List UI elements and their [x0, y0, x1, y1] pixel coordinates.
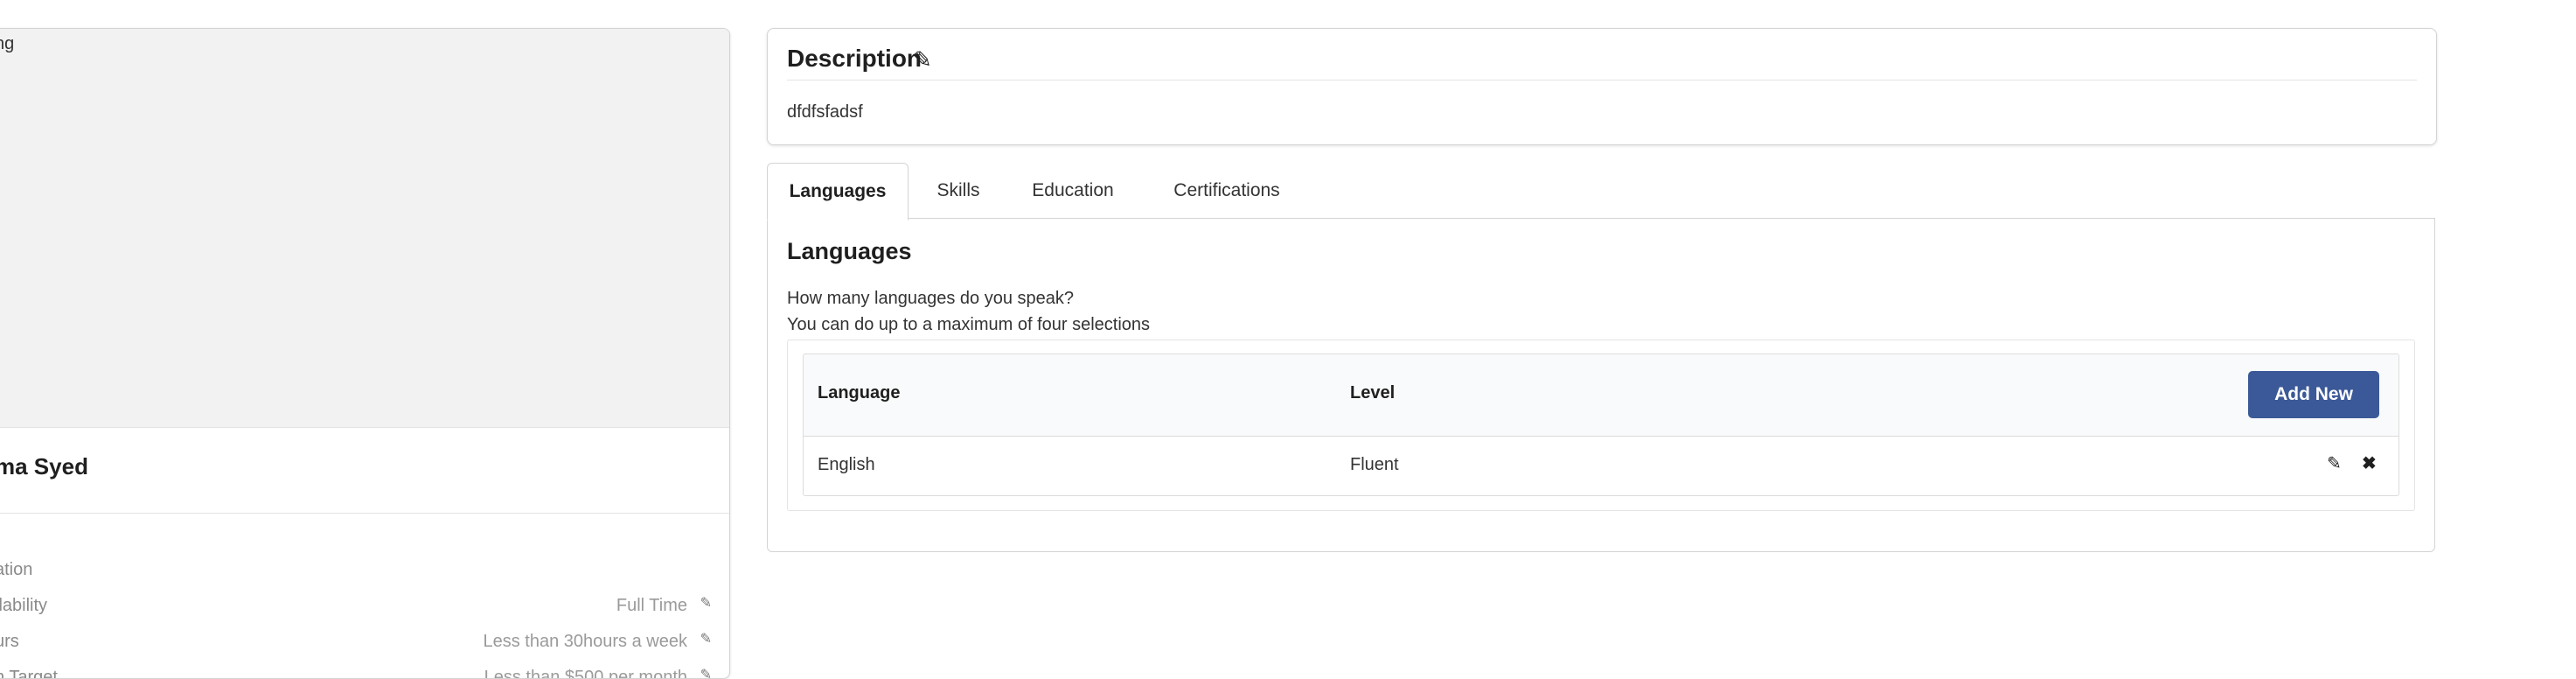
tab-education[interactable]: Education	[1012, 163, 1134, 219]
profile-row-value-availability: Full Time	[616, 596, 687, 615]
profile-row-label-hours: urs	[0, 632, 19, 651]
close-icon[interactable]: ✖	[2362, 452, 2377, 474]
profile-row-value-hours: Less than 30hours a week	[483, 632, 688, 651]
profile-row-label-earn-target: n Target	[0, 668, 58, 679]
pencil-icon[interactable]: ✎	[700, 630, 712, 648]
table-cell-level: Fluent	[1350, 455, 1399, 474]
profile-photo-alt-text: ng	[0, 34, 15, 53]
table-cell-language: English	[818, 455, 875, 474]
pencil-icon[interactable]: ✎	[700, 594, 712, 612]
languages-table-header: Language Level Add New	[804, 354, 2398, 437]
languages-tab-panel: Languages How many languages do you spea…	[767, 218, 2435, 552]
profile-photo: ng	[0, 29, 729, 428]
description-text: dfdfsfadsf	[787, 102, 863, 122]
profile-row-label-location: ation	[0, 560, 33, 579]
column-header-language: Language	[818, 383, 901, 402]
profile-row-value-earn-target: Less than $500 per month	[484, 668, 687, 679]
column-header-level: Level	[1350, 383, 1396, 402]
languages-hint: You can do up to a maximum of four selec…	[787, 315, 1151, 334]
languages-title: Languages	[787, 238, 912, 264]
languages-question: How many languages do you speak?	[787, 289, 1074, 308]
profile-card: ng ma Syed ation ilability Full Time ✎ u…	[0, 28, 730, 679]
profile-row-label-availability: ilability	[0, 596, 48, 615]
pencil-icon[interactable]: ✎	[2327, 452, 2342, 474]
tab-certifications[interactable]: Certifications	[1154, 163, 1299, 219]
description-title: Description	[787, 45, 922, 72]
languages-segment: Language Level Add New English Fluent ✎ …	[787, 340, 2415, 511]
pencil-icon[interactable]: ✎	[913, 46, 932, 74]
description-card: Description ✎ dfdfsfadsf	[767, 28, 2437, 145]
tab-skills[interactable]: Skills	[911, 163, 1006, 219]
pencil-icon[interactable]: ✎	[700, 666, 712, 678]
profile-divider	[0, 513, 729, 514]
languages-table: Language Level Add New English Fluent ✎ …	[803, 354, 2399, 496]
add-new-button[interactable]: Add New	[2248, 371, 2379, 418]
tab-languages[interactable]: Languages	[767, 163, 909, 220]
profile-name: ma Syed	[0, 453, 88, 480]
